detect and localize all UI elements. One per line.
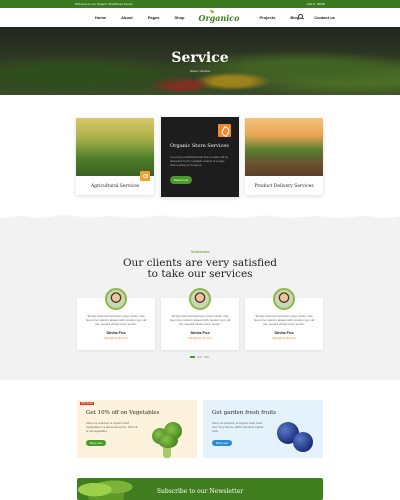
promo-title: Get 10% off on Vegetables [86, 410, 160, 416]
service-title: Product Delivery Services [254, 184, 314, 189]
testimonial-card: Simply dummied all lorem ipsum dolor, ha… [245, 288, 323, 350]
nav-item-home[interactable]: Home [95, 15, 106, 20]
testimonial-name: Sinira Fox [190, 330, 210, 335]
testimonial-text: Simply dummied all lorem ipsum dolor, ha… [169, 314, 231, 326]
tractor-icon [140, 171, 150, 181]
testimonial-card: Simply dummied all lorem ipsum dolor, ha… [77, 288, 155, 350]
testimonial-role: Managing director [271, 336, 296, 340]
service-card-agricultural[interactable]: Agricultural Services [76, 118, 154, 195]
testimonial-name: Sinira Fox [274, 330, 294, 335]
carousel-dots[interactable] [190, 356, 209, 358]
top-bar: Welcome to our Organic WordPress theme! … [0, 0, 400, 8]
promo-title: Get garden fresh fruits [212, 410, 277, 416]
farm-field-image [245, 118, 323, 176]
avatar [105, 288, 127, 310]
leaf-icon [210, 9, 215, 13]
service-card-delivery[interactable]: Product Delivery Services [245, 118, 323, 195]
service-title: Organic Store Services [170, 143, 229, 149]
promo-text: Shop our selection of organic fresh frui… [212, 421, 264, 433]
hero-banner: Service Home / Service [0, 27, 400, 95]
shop-now-button[interactable]: Shop now [86, 440, 106, 446]
nav-item-shop[interactable]: Shop [174, 15, 184, 20]
blueberry-image [293, 432, 313, 452]
carousel-dot[interactable] [204, 356, 209, 358]
site-logo[interactable]: Organico [198, 9, 240, 23]
service-title: Agricultural Services [90, 184, 140, 189]
avatar [273, 288, 295, 310]
section-subtitle: Testimonials [190, 250, 210, 254]
carousel-dot-active[interactable] [190, 356, 195, 358]
promo-text: Shop our selection of organic fresh Vege… [86, 421, 138, 433]
testimonial-card: Simply dummied all lorem ipsum dolor, ha… [161, 288, 239, 350]
testimonial-role: Managing director [103, 336, 128, 340]
cart-link[interactable]: Cart 0 - $0.00 [307, 2, 325, 6]
testimonial-role: Managing director [187, 336, 212, 340]
logo-text: Organico [198, 12, 240, 23]
service-description: It is a long established fact that a rea… [170, 155, 229, 167]
section-title-line2: to take our services [147, 268, 253, 280]
broccoli-image [148, 420, 188, 458]
testimonial-name: Sinira Fox [106, 330, 126, 335]
search-icon[interactable] [298, 14, 303, 19]
nav-item-contact[interactable]: Contact us [314, 15, 335, 20]
service-card-organic-store[interactable]: Organic Store Services It is a long esta… [161, 117, 239, 197]
avatar [189, 288, 211, 310]
breadcrumb[interactable]: Home / Service [0, 69, 400, 73]
page-title: Service [171, 50, 229, 66]
lettuce-image [78, 474, 134, 500]
welcome-text: Welcome to our Organic WordPress theme! [75, 2, 133, 6]
nav-item-pages[interactable]: Pages [148, 15, 160, 20]
shop-now-button[interactable]: Shop now [212, 440, 232, 446]
promo-fruits: Get garden fresh fruits Shop our selecti… [203, 400, 323, 458]
nav-item-projects[interactable]: Projects [260, 15, 276, 20]
testimonial-text: Simply dummied all lorem ipsum dolor, ha… [253, 314, 315, 326]
testimonial-text: Simply dummied all lorem ipsum dolor, ha… [85, 314, 147, 326]
nav-left: Home About Pages Shop [95, 15, 184, 20]
read-more-button[interactable]: Read more [170, 176, 192, 184]
section-title: Our clients are very satisfied to take o… [0, 258, 400, 280]
agriculture-image [76, 118, 154, 181]
carousel-dot[interactable] [197, 356, 202, 358]
site-header: Home About Pages Shop Organico Projects … [0, 8, 400, 27]
leaf-icon [218, 124, 231, 137]
nav-item-about[interactable]: About [121, 15, 133, 20]
sale-badge: BIG SALE [80, 402, 95, 405]
